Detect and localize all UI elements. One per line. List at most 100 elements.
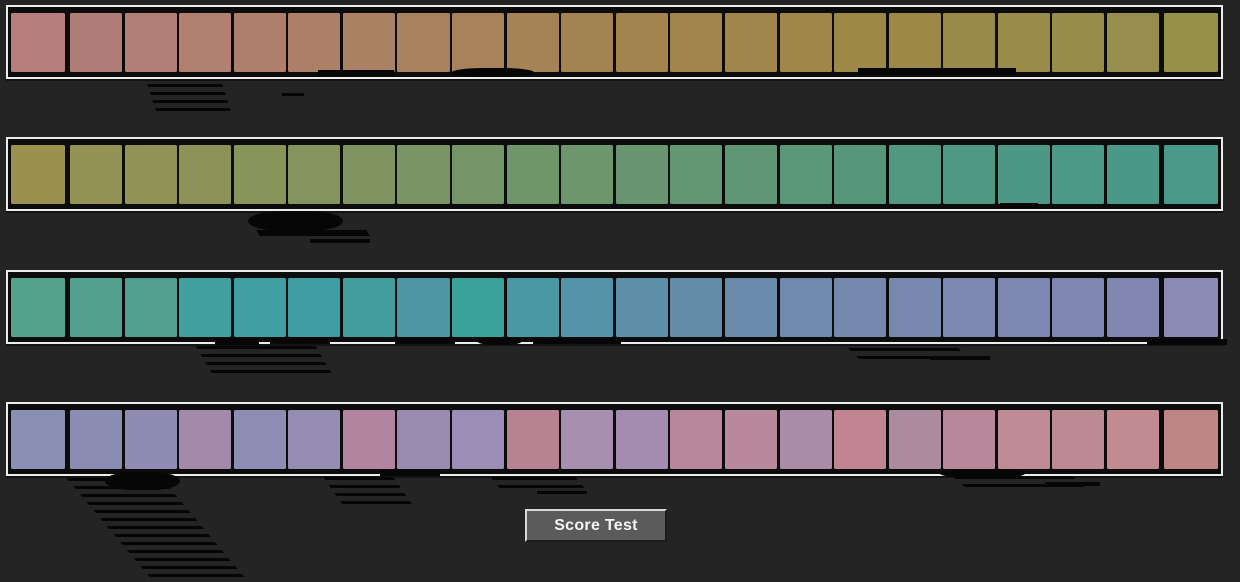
movable-cap-tile[interactable] [943, 145, 995, 204]
movable-cap-tile[interactable] [343, 13, 395, 72]
drag-artifact [395, 337, 455, 344]
movable-cap-tile[interactable] [70, 13, 122, 72]
movable-cap-tile[interactable] [452, 278, 504, 337]
movable-cap-tile[interactable] [1107, 13, 1159, 72]
movable-cap-tile[interactable] [998, 278, 1050, 337]
drag-artifact [310, 239, 370, 243]
movable-cap-tile[interactable] [179, 13, 231, 72]
movable-cap-tile[interactable] [125, 410, 177, 469]
drag-artifact [270, 337, 330, 344]
fixed-cap-tile [1164, 145, 1218, 204]
movable-cap-tile[interactable] [670, 410, 722, 469]
movable-cap-tile[interactable] [288, 145, 340, 204]
movable-cap-tile[interactable] [834, 145, 886, 204]
movable-cap-tile[interactable] [507, 13, 559, 72]
movable-cap-tile[interactable] [616, 410, 668, 469]
movable-cap-tile[interactable] [179, 410, 231, 469]
movable-cap-tile[interactable] [343, 145, 395, 204]
movable-cap-tile[interactable] [452, 145, 504, 204]
movable-cap-tile[interactable] [889, 145, 941, 204]
fixed-cap-tile [1164, 410, 1218, 469]
movable-cap-tile[interactable] [397, 410, 449, 469]
movable-cap-tile[interactable] [834, 13, 886, 72]
movable-cap-tile[interactable] [288, 13, 340, 72]
movable-cap-tile[interactable] [125, 13, 177, 72]
movable-cap-tile[interactable] [179, 278, 231, 337]
movable-cap-tile[interactable] [234, 278, 286, 337]
movable-cap-tile[interactable] [943, 278, 995, 337]
movable-cap-tile[interactable] [70, 278, 122, 337]
movable-cap-tile[interactable] [1052, 278, 1104, 337]
movable-cap-tile[interactable] [234, 13, 286, 72]
movable-cap-tile[interactable] [452, 13, 504, 72]
score-test-button[interactable]: Score Test [525, 509, 667, 542]
cap-tray-row-1 [6, 5, 1223, 79]
movable-cap-tile[interactable] [397, 13, 449, 72]
movable-cap-tile[interactable] [561, 410, 613, 469]
movable-cap-tile[interactable] [288, 278, 340, 337]
movable-cap-tile[interactable] [125, 145, 177, 204]
movable-caps-track [70, 278, 1159, 337]
movable-cap-tile[interactable] [561, 13, 613, 72]
movable-cap-tile[interactable] [616, 13, 668, 72]
movable-cap-tile[interactable] [1052, 145, 1104, 204]
movable-cap-tile[interactable] [397, 145, 449, 204]
movable-cap-tile[interactable] [288, 410, 340, 469]
movable-cap-tile[interactable] [452, 410, 504, 469]
movable-cap-tile[interactable] [234, 145, 286, 204]
drag-artifact [858, 68, 1016, 75]
movable-cap-tile[interactable] [780, 13, 832, 72]
movable-cap-tile[interactable] [670, 278, 722, 337]
movable-cap-tile[interactable] [507, 278, 559, 337]
movable-cap-tile[interactable] [725, 278, 777, 337]
movable-cap-tile[interactable] [343, 278, 395, 337]
movable-cap-tile[interactable] [507, 145, 559, 204]
movable-cap-tile[interactable] [1107, 278, 1159, 337]
movable-cap-tile[interactable] [780, 145, 832, 204]
fixed-cap-tile [11, 278, 65, 337]
movable-cap-tile[interactable] [507, 410, 559, 469]
movable-cap-tile[interactable] [397, 278, 449, 337]
movable-cap-tile[interactable] [125, 278, 177, 337]
drag-artifact [930, 356, 990, 360]
movable-cap-tile[interactable] [1052, 13, 1104, 72]
movable-cap-tile[interactable] [889, 278, 941, 337]
movable-cap-tile[interactable] [943, 410, 995, 469]
movable-cap-tile[interactable] [725, 145, 777, 204]
movable-cap-tile[interactable] [670, 13, 722, 72]
cap-tray-row-2 [6, 137, 1223, 211]
fixed-cap-tile [1164, 278, 1218, 337]
movable-cap-tile[interactable] [834, 278, 886, 337]
movable-cap-tile[interactable] [343, 410, 395, 469]
movable-cap-tile[interactable] [1052, 410, 1104, 469]
movable-cap-tile[interactable] [834, 410, 886, 469]
drag-artifact [477, 337, 522, 345]
drag-artifact [196, 346, 334, 378]
movable-cap-tile[interactable] [725, 13, 777, 72]
movable-cap-tile[interactable] [179, 145, 231, 204]
movable-cap-tile[interactable] [780, 278, 832, 337]
fixed-cap-tile [1164, 13, 1218, 72]
movable-cap-tile[interactable] [70, 410, 122, 469]
movable-cap-tile[interactable] [1107, 410, 1159, 469]
movable-cap-tile[interactable] [1107, 145, 1159, 204]
drag-artifact [452, 68, 534, 77]
movable-cap-tile[interactable] [889, 13, 941, 72]
drag-artifact [147, 84, 232, 114]
movable-cap-tile[interactable] [616, 278, 668, 337]
movable-cap-tile[interactable] [889, 410, 941, 469]
movable-cap-tile[interactable] [725, 410, 777, 469]
drag-artifact [256, 230, 369, 236]
movable-cap-tile[interactable] [561, 145, 613, 204]
movable-cap-tile[interactable] [670, 145, 722, 204]
movable-cap-tile[interactable] [780, 410, 832, 469]
movable-cap-tile[interactable] [70, 145, 122, 204]
movable-cap-tile[interactable] [234, 410, 286, 469]
movable-caps-track [70, 13, 1159, 72]
movable-cap-tile[interactable] [561, 278, 613, 337]
movable-cap-tile[interactable] [943, 13, 995, 72]
movable-cap-tile[interactable] [616, 145, 668, 204]
movable-cap-tile[interactable] [998, 13, 1050, 72]
movable-cap-tile[interactable] [998, 145, 1050, 204]
movable-cap-tile[interactable] [998, 410, 1050, 469]
